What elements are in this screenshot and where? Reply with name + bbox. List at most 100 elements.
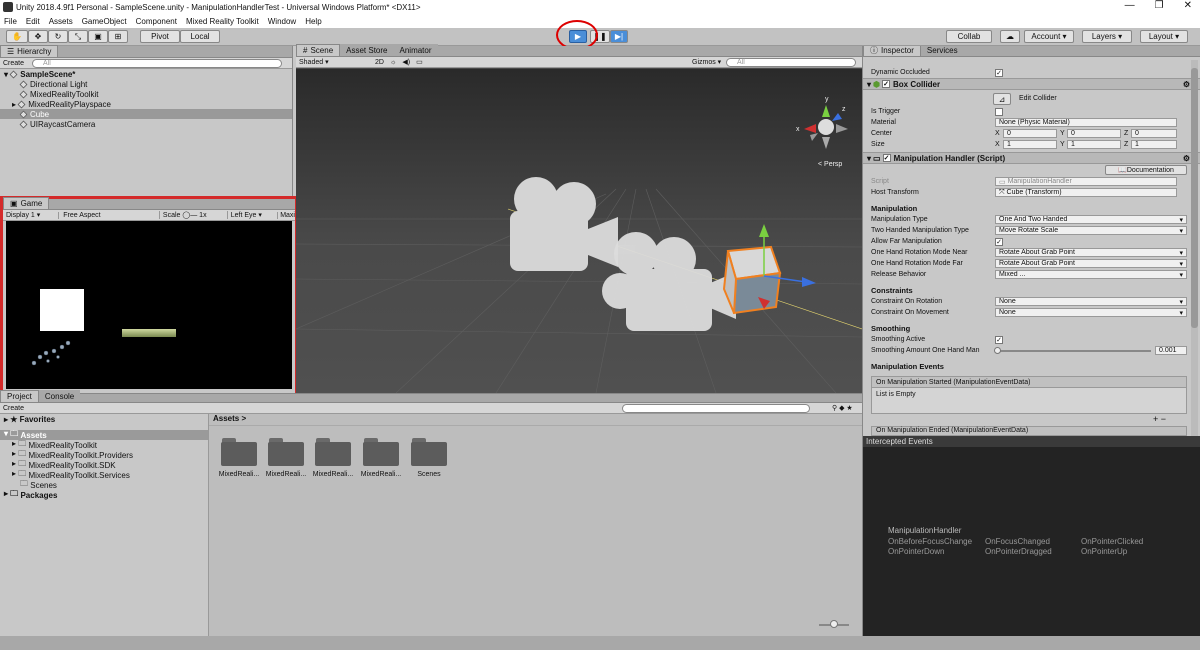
breadcrumb-label[interactable]: Assets: [213, 414, 239, 423]
manipulation-handler-enabled-checkbox[interactable]: ✓: [882, 154, 891, 162]
scene-viewport[interactable]: y x z < Persp: [296, 69, 862, 393]
close-button[interactable]: ✕: [1184, 0, 1192, 11]
folder-icon[interactable]: [363, 438, 399, 466]
folder-icon[interactable]: [411, 438, 447, 466]
folder-icon[interactable]: [268, 438, 304, 466]
maximize-on-play-toggle[interactable]: Maxi: [277, 211, 295, 219]
project-search-input[interactable]: [622, 403, 810, 413]
release-behavior-dropdown[interactable]: Mixed ...: [995, 270, 1187, 279]
icon-size-slider-thumb[interactable]: [830, 620, 838, 628]
maximize-button[interactable]: ❐: [1155, 0, 1164, 11]
hierarchy-item[interactable]: UIRaycastCamera: [0, 119, 292, 129]
tab-hierarchy[interactable]: ☰ Hierarchy: [0, 45, 59, 57]
gizmos-dropdown[interactable]: Gizmos ▾: [692, 58, 721, 66]
tab-asset-store[interactable]: Asset Store: [340, 44, 394, 56]
center-y-field[interactable]: 0: [1067, 129, 1121, 138]
menu-mrtk[interactable]: Mixed Reality Toolkit: [186, 17, 259, 26]
hierarchy-item[interactable]: ▸ MixedRealityPlayspace: [0, 99, 292, 109]
folder-icon[interactable]: [315, 438, 351, 466]
menu-assets[interactable]: Assets: [49, 17, 73, 26]
hierarchy-create-button[interactable]: Create: [3, 60, 24, 67]
rotation-far-dropdown[interactable]: Rotate About Grab Point: [995, 259, 1187, 268]
size-y-field[interactable]: 1: [1067, 140, 1121, 149]
manipulation-handler-header[interactable]: ▾ ▭ ✓ Manipulation Handler (Script) ⚙: [863, 152, 1200, 164]
persp-label[interactable]: < Persp: [818, 161, 842, 168]
center-z-field[interactable]: 0: [1131, 129, 1177, 138]
menu-window[interactable]: Window: [268, 17, 296, 26]
constraint-movement-dropdown[interactable]: None: [995, 308, 1187, 317]
inspector-scrollbar-thumb[interactable]: [1191, 68, 1198, 328]
smoothing-amount-field[interactable]: 0.001: [1155, 346, 1187, 355]
documentation-button[interactable]: 📖 Documentation: [1105, 165, 1187, 175]
event-add-remove-buttons[interactable]: + −: [1153, 414, 1166, 424]
folder-icon[interactable]: [221, 438, 257, 466]
two-handed-type-dropdown[interactable]: Move Rotate Scale: [995, 226, 1187, 235]
project-create-button[interactable]: Create: [3, 405, 24, 412]
project-tree-item[interactable]: ▸ 🗀 MixedRealityToolkit.SDK: [0, 459, 208, 470]
rect-tool-icon[interactable]: ▣: [88, 30, 108, 43]
tab-console[interactable]: Console: [38, 390, 81, 402]
smoothing-slider-thumb[interactable]: [994, 347, 1001, 354]
hand-tool-icon[interactable]: ✋: [6, 30, 28, 43]
effects-icon[interactable]: ▭: [416, 58, 423, 66]
box-collider-enabled-checkbox[interactable]: ✓: [882, 80, 890, 88]
tab-game[interactable]: ▣ Game: [3, 197, 50, 209]
tab-inspector[interactable]: ⓘ Inspector: [863, 46, 921, 56]
collab-button[interactable]: Collab: [946, 30, 992, 43]
rotation-near-dropdown[interactable]: Rotate About Grab Point: [995, 248, 1187, 257]
host-transform-field[interactable]: ⤧ Cube (Transform): [995, 188, 1177, 197]
transform-tool-icon[interactable]: ⊞: [108, 30, 128, 43]
component-menu-icon[interactable]: ⚙: [1183, 80, 1190, 89]
scene-root[interactable]: ▾ SampleScene*: [0, 69, 292, 79]
size-z-field[interactable]: 1: [1131, 140, 1177, 149]
manipulation-type-dropdown[interactable]: One And Two Handed: [995, 215, 1187, 224]
hierarchy-search-input[interactable]: All: [32, 58, 283, 68]
lighting-icon[interactable]: ☼: [390, 59, 396, 66]
project-tree-item[interactable]: ▸ 🗀 MixedRealityToolkit.Providers: [0, 449, 208, 460]
hierarchy-item[interactable]: Directional Light: [0, 79, 292, 89]
project-tree-item[interactable]: ▸ 🗀 MixedRealityToolkit.Services: [0, 469, 208, 480]
project-tree-item[interactable]: 🗀 Scenes: [0, 479, 208, 490]
edit-collider-button[interactable]: ⊿: [993, 93, 1011, 105]
display-dropdown[interactable]: Display 1 ▾: [6, 211, 54, 219]
size-x-field[interactable]: 1: [1003, 140, 1057, 149]
tab-project[interactable]: Project: [0, 390, 39, 402]
tab-animator[interactable]: Animator: [393, 44, 438, 56]
minimize-button[interactable]: —: [1125, 0, 1135, 11]
tab-services[interactable]: Services: [920, 46, 964, 56]
scale-slider[interactable]: Scale ◯— 1x: [158, 211, 223, 219]
account-dropdown[interactable]: Account ▾: [1024, 30, 1074, 43]
tab-scene[interactable]: # Scene: [296, 44, 341, 56]
layout-dropdown[interactable]: Layout ▾: [1140, 30, 1188, 43]
2d-toggle[interactable]: 2D: [375, 59, 384, 66]
constraint-rotation-dropdown[interactable]: None: [995, 297, 1187, 306]
project-tree-item[interactable]: ▸ 🗀 MixedRealityToolkit: [0, 439, 208, 450]
center-x-field[interactable]: 0: [1003, 129, 1057, 138]
rotate-tool-icon[interactable]: ↻: [48, 30, 68, 43]
box-collider-header[interactable]: ▾ ⬢ ✓ Box Collider ⚙: [863, 78, 1200, 90]
shading-dropdown[interactable]: Shaded ▾: [299, 58, 369, 66]
packages-item[interactable]: ▸ 🗀 Packages: [0, 489, 208, 500]
eye-dropdown[interactable]: Left Eye ▾: [226, 211, 273, 219]
material-field[interactable]: None (Physic Material): [995, 118, 1177, 127]
pivot-toggle[interactable]: Pivot: [140, 30, 180, 43]
favorites-item[interactable]: ▸ ★ Favorites: [0, 414, 208, 424]
cloud-icon[interactable]: ☁: [1000, 30, 1020, 43]
assets-root-item[interactable]: ▾ 🗀 Assets: [0, 429, 208, 440]
aspect-dropdown[interactable]: Free Aspect: [58, 211, 155, 219]
inspector-scrollbar[interactable]: [1191, 60, 1198, 436]
scale-tool-icon[interactable]: ⤡: [68, 30, 88, 43]
smoothing-active-checkbox[interactable]: ✓: [995, 335, 1003, 344]
hierarchy-item-selected[interactable]: Cube: [0, 109, 292, 119]
dynamic-occluded-checkbox[interactable]: ✓: [995, 68, 1003, 77]
audio-icon[interactable]: ◀): [402, 58, 410, 66]
menu-help[interactable]: Help: [305, 17, 321, 26]
game-view[interactable]: [6, 221, 292, 389]
menu-gameobject[interactable]: GameObject: [82, 17, 127, 26]
step-button[interactable]: ▶|: [610, 30, 628, 43]
hierarchy-item[interactable]: MixedRealityToolkit: [0, 89, 292, 99]
local-toggle[interactable]: Local: [180, 30, 220, 43]
smoothing-slider-track[interactable]: [995, 350, 1151, 352]
menu-edit[interactable]: Edit: [26, 17, 40, 26]
filter-icon[interactable]: ⚲ ◆ ★: [832, 404, 853, 412]
